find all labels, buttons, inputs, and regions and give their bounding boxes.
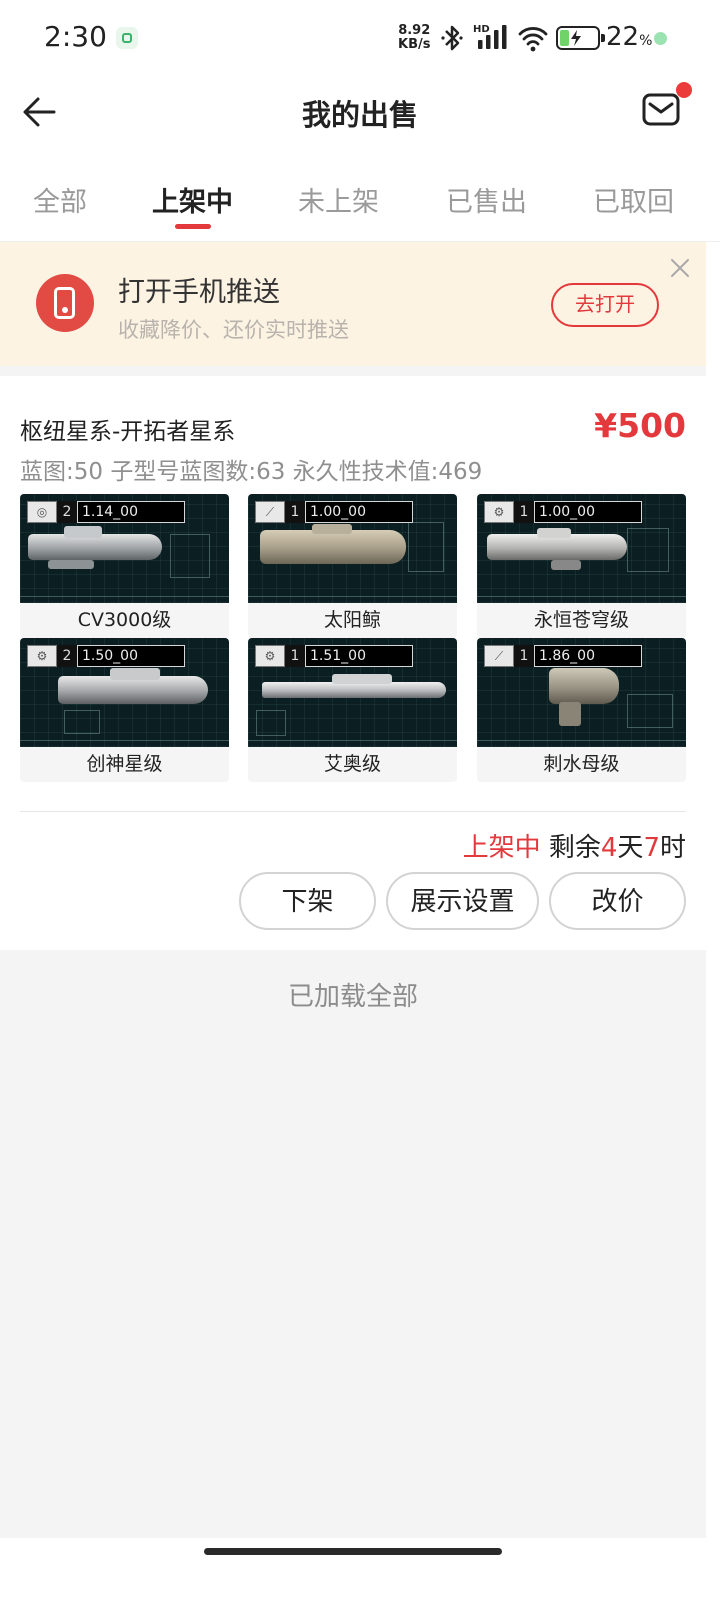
ship-level: 1.86_00 <box>534 645 642 667</box>
remaining-hours: 7 <box>643 833 660 863</box>
ship-card[interactable]: ⟋ 1 1.00_00 太阳鲸 <box>248 494 457 638</box>
home-indicator[interactable] <box>204 1548 502 1555</box>
battery-percent: 22% <box>606 22 653 52</box>
ship-level: 1.51_00 <box>305 645 413 667</box>
unread-badge <box>676 82 692 98</box>
ship-name: 创神星级 <box>86 753 163 775</box>
page-title: 我的出售 <box>301 98 418 132</box>
ship-badge: ⟋ 1 1.00_00 <box>255 501 413 523</box>
app-notification-icon <box>116 27 138 49</box>
status-label: 上架中 <box>462 833 541 863</box>
mail-icon[interactable] <box>640 90 684 130</box>
ship-card[interactable]: ◎ 2 1.14_00 CV3000级 <box>20 494 229 638</box>
ship-count: 1 <box>285 645 305 667</box>
ship-name: 刺水母级 <box>543 753 620 775</box>
listing-specs: 蓝图:50 子型号蓝图数:63 永久性技术值:469 <box>20 459 483 485</box>
display-settings-button[interactable]: 展示设置 <box>386 872 539 930</box>
tab-unlisted[interactable]: 未上架 <box>298 180 379 219</box>
banner-subtitle: 收藏降价、还价实时推送 <box>118 318 349 342</box>
network-speed: 8.92 KB/s <box>398 23 431 52</box>
listing-price: ¥500 <box>594 406 686 445</box>
wifi-icon <box>518 27 548 52</box>
hours-unit: 时 <box>659 833 686 863</box>
tab-bar: 全部 上架中 未上架 已售出 已取回 <box>0 162 720 242</box>
charging-bolt-icon <box>571 30 581 46</box>
battery-charging-icon <box>556 26 605 50</box>
divider <box>20 811 686 812</box>
ship-level: 1.00_00 <box>534 501 642 523</box>
ship-badge: ◎ 2 1.14_00 <box>27 501 185 523</box>
listing-status: 上架中 剩余4天7时 <box>463 827 686 864</box>
tab-retrieved[interactable]: 已取回 <box>593 180 674 219</box>
ship-card[interactable]: ⚙ 1 1.00_00 永恒苍穹级 <box>477 494 686 638</box>
push-notification-banner: 打开手机推送 收藏降价、还价实时推送 去打开 <box>0 242 706 366</box>
ship-card[interactable]: ⚙ 1 1.51_00 艾奥级 <box>248 638 457 782</box>
ship-badge: ⚙ 1 1.00_00 <box>484 501 642 523</box>
page-header: 我的出售 <box>0 78 720 162</box>
scroll-edge <box>706 242 720 1538</box>
close-icon[interactable] <box>668 256 692 280</box>
ship-count: 2 <box>57 501 77 523</box>
delist-button[interactable]: 下架 <box>239 872 376 930</box>
status-time: 2:30 <box>44 20 107 53</box>
enable-push-button[interactable]: 去打开 <box>551 283 659 327</box>
ship-card[interactable]: ⟋ 1 1.86_00 刺水母级 <box>477 638 686 782</box>
ship-badge: ⚙ 2 1.50_00 <box>27 645 185 667</box>
faction-emblem-icon: ◎ <box>27 501 57 523</box>
ship-name: 永恒苍穹级 <box>533 609 629 631</box>
tab-sold[interactable]: 已售出 <box>446 180 527 219</box>
listing-title: 枢纽星系-开拓者星系 <box>20 419 236 445</box>
banner-title: 打开手机推送 <box>118 277 280 308</box>
faction-gear-icon: ⚙ <box>255 645 285 667</box>
ship-name: 艾奥级 <box>323 753 381 775</box>
days-unit: 天 <box>617 833 644 863</box>
faction-wing-icon: ⟋ <box>484 645 514 667</box>
ship-count: 1 <box>285 501 305 523</box>
tab-all[interactable]: 全部 <box>33 180 87 219</box>
ship-count: 1 <box>514 645 534 667</box>
change-price-button[interactable]: 改价 <box>549 872 686 930</box>
privacy-indicator-dot <box>654 32 667 45</box>
remaining-prefix: 剩余 <box>548 833 601 863</box>
ship-badge: ⚙ 1 1.51_00 <box>255 645 413 667</box>
status-bar: 2:30 8.92 KB/s HD 22% <box>0 0 720 78</box>
active-tab-indicator <box>175 224 211 229</box>
listing-card[interactable]: 枢纽星系-开拓者星系 ¥500 蓝图:50 子型号蓝图数:63 永久性技术值:4… <box>0 376 706 950</box>
ship-count: 2 <box>57 645 77 667</box>
phone-icon <box>36 274 94 332</box>
end-of-list-text: 已加载全部 <box>287 982 418 1012</box>
ship-count: 1 <box>514 501 534 523</box>
ship-level: 1.14_00 <box>77 501 185 523</box>
signal-icon <box>478 25 507 49</box>
ship-name: 太阳鲸 <box>323 609 381 631</box>
ship-name: CV3000级 <box>77 609 172 631</box>
faction-gear-icon: ⚙ <box>27 645 57 667</box>
faction-gear-icon: ⚙ <box>484 501 514 523</box>
ship-level: 1.50_00 <box>77 645 185 667</box>
remaining-days: 4 <box>600 833 618 863</box>
ship-badge: ⟋ 1 1.86_00 <box>484 645 642 667</box>
bluetooth-icon <box>441 25 463 51</box>
tab-listed[interactable]: 上架中 <box>152 180 233 219</box>
ship-level: 1.00_00 <box>305 501 413 523</box>
ship-card[interactable]: ⚙ 2 1.50_00 创神星级 <box>20 638 229 782</box>
faction-wing-icon: ⟋ <box>255 501 285 523</box>
